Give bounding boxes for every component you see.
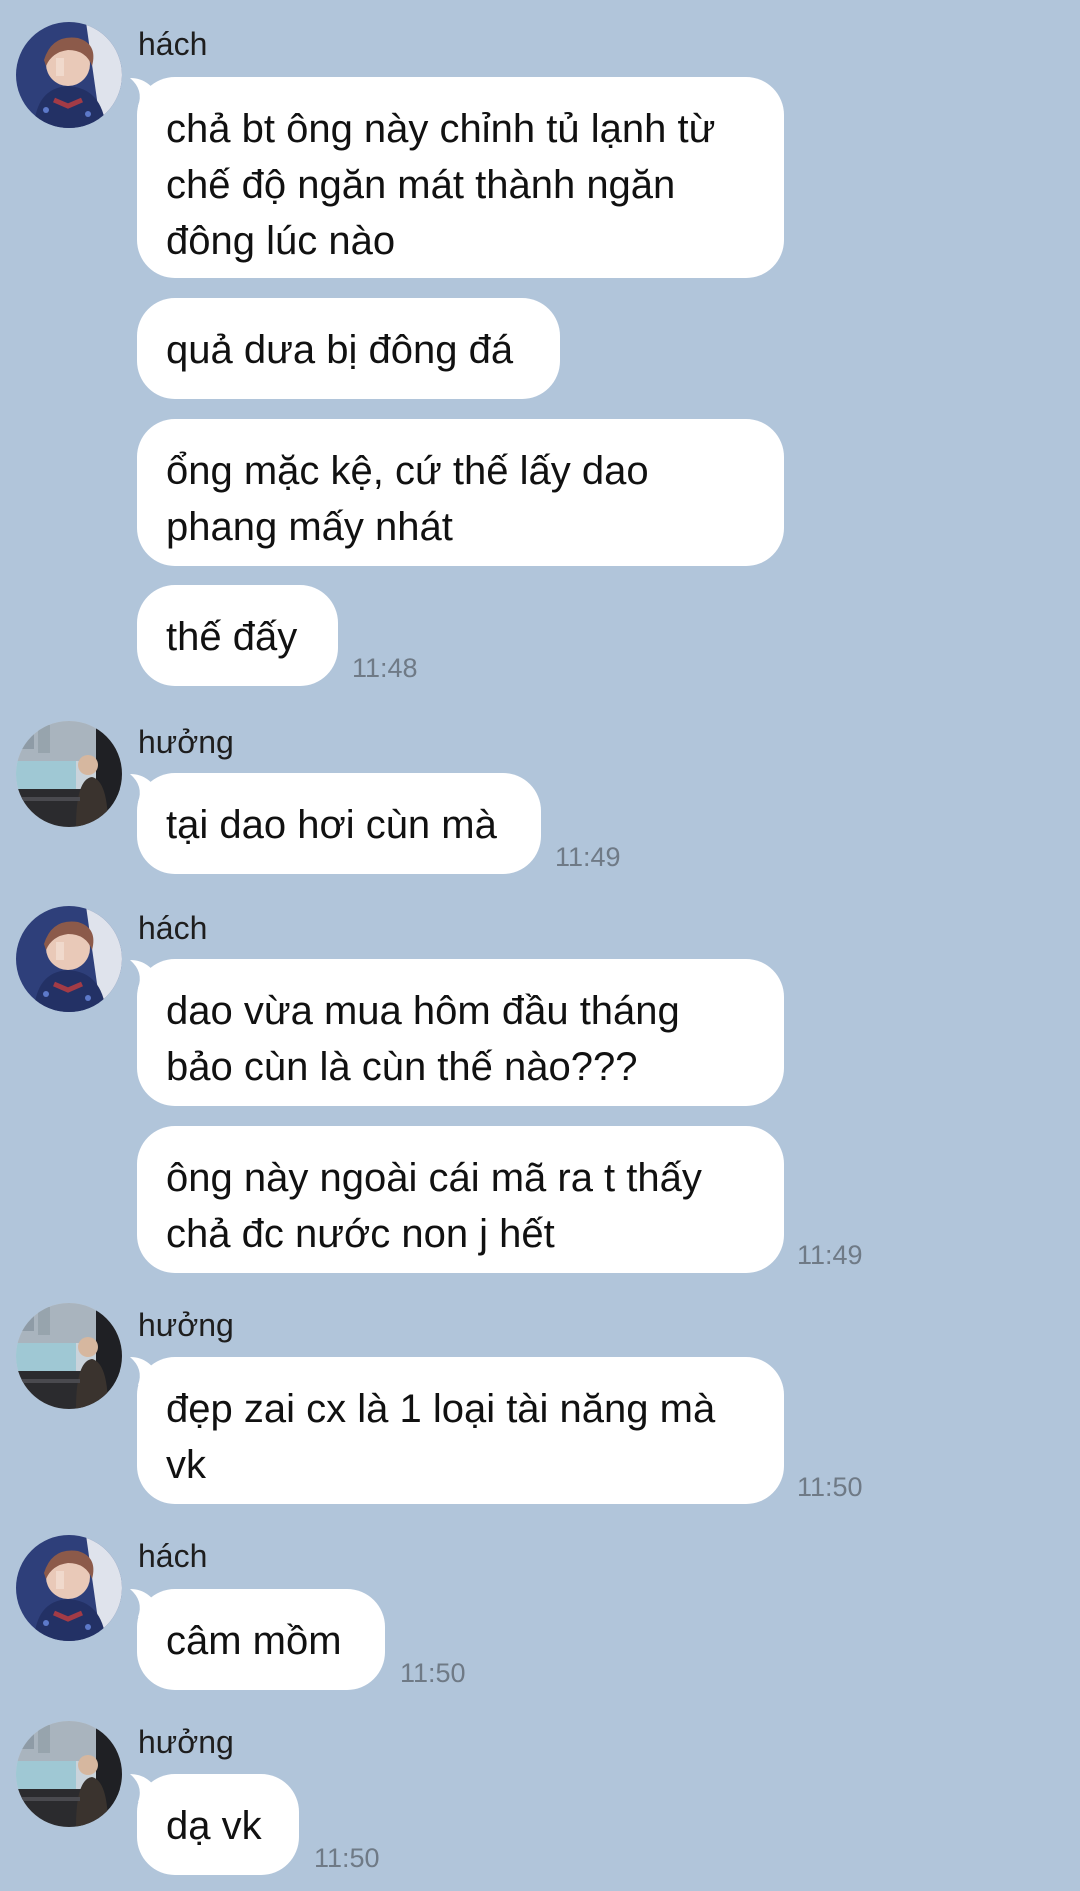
message-bubble[interactable]: đẹp zai cx là 1 loại tài năng mà vk xyxy=(137,1357,784,1504)
message-timestamp: 11:49 xyxy=(555,842,621,872)
avatar-hach[interactable] xyxy=(16,1535,122,1641)
message-bubble[interactable]: ông này ngoài cái mã ra t thấy chả đc nư… xyxy=(137,1126,784,1273)
profile-photo-huong-icon xyxy=(16,721,122,827)
message-bubble[interactable]: quả dưa bị đông đá xyxy=(137,298,560,399)
profile-photo-hach-icon xyxy=(16,1535,122,1641)
message-timestamp: 11:48 xyxy=(352,653,418,683)
message-bubble[interactable]: dạ vk xyxy=(137,1774,299,1875)
message-bubble[interactable]: chả bt ông này chỉnh tủ lạnh từ chế độ n… xyxy=(137,77,784,278)
avatar-hach[interactable] xyxy=(16,906,122,1012)
profile-photo-hach-icon xyxy=(16,22,122,128)
profile-photo-hach-icon xyxy=(16,906,122,1012)
sender-name: hách xyxy=(138,910,208,946)
profile-photo-huong-icon xyxy=(16,1721,122,1827)
message-bubble[interactable]: ổng mặc kệ, cứ thế lấy dao phang mấy nhá… xyxy=(137,419,784,566)
sender-name: hách xyxy=(138,26,208,62)
message-timestamp: 11:49 xyxy=(797,1240,863,1270)
message-timestamp: 11:50 xyxy=(314,1843,380,1873)
message-bubble[interactable]: câm mồm xyxy=(137,1589,385,1690)
message-bubble[interactable]: dao vừa mua hôm đầu tháng bảo cùn là cùn… xyxy=(137,959,784,1106)
message-timestamp: 11:50 xyxy=(797,1472,863,1502)
sender-name: hưởng xyxy=(138,1307,234,1343)
message-bubble[interactable]: tại dao hơi cùn mà xyxy=(137,773,541,874)
avatar-hach[interactable] xyxy=(16,22,122,128)
avatar-huong[interactable] xyxy=(16,1303,122,1409)
avatar-huong[interactable] xyxy=(16,1721,122,1827)
sender-name: hưởng xyxy=(138,1724,234,1760)
sender-name: hách xyxy=(138,1538,208,1574)
sender-name: hưởng xyxy=(138,724,234,760)
profile-photo-huong-icon xyxy=(16,1303,122,1409)
message-timestamp: 11:50 xyxy=(400,1658,466,1688)
avatar-huong[interactable] xyxy=(16,721,122,827)
message-bubble[interactable]: thế đấy xyxy=(137,585,338,686)
